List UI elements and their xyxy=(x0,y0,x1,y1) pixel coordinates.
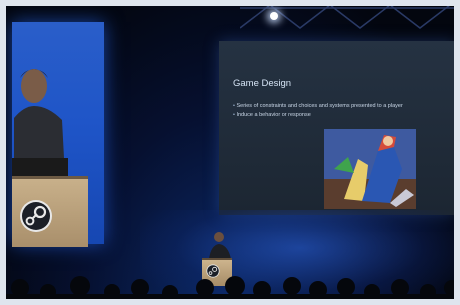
slide-bullet-list: Series of constraints and choices and sy… xyxy=(233,102,403,120)
slide-bullet: Series of constraints and choices and sy… xyxy=(233,102,402,111)
slide-title: Game Design xyxy=(233,78,292,89)
speaker-closeup xyxy=(14,69,64,158)
podium-closeup xyxy=(12,176,88,247)
presentation-slide: Game Design Series of constraints and ch… xyxy=(219,41,455,215)
game-artwork-image xyxy=(324,129,416,209)
slide-bullet: Induce a behavior or response xyxy=(233,111,403,120)
steam-logo-icon xyxy=(20,200,52,232)
stage-spotlight xyxy=(270,12,278,20)
conference-photo: Game Design Series of constraints and ch… xyxy=(0,0,460,305)
video-screen xyxy=(12,22,104,247)
audience-silhouettes xyxy=(0,276,460,305)
lighting-truss xyxy=(240,4,460,29)
